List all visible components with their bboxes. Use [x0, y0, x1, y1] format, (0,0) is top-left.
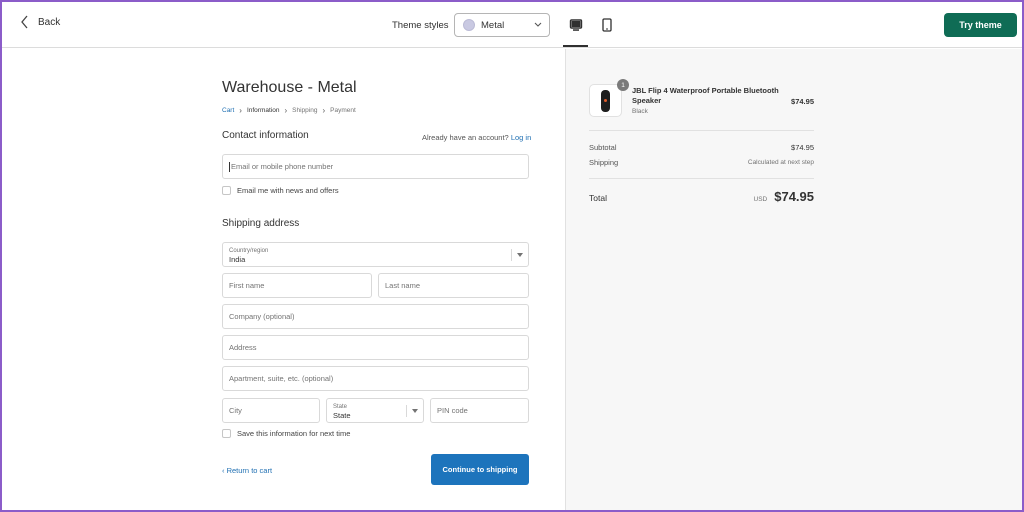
breadcrumb-information: Information [246, 107, 280, 114]
quantity-badge: 1 [617, 79, 629, 91]
divider [589, 178, 814, 179]
pin-code-field[interactable]: PIN code [430, 398, 529, 423]
login-link[interactable]: Log in [511, 133, 531, 142]
save-info-checkbox[interactable] [222, 429, 231, 438]
mobile-icon [602, 18, 612, 32]
back-label: Back [38, 16, 61, 28]
chevron-right-icon: › [284, 106, 288, 115]
email-news-checkbox[interactable] [222, 186, 231, 195]
company-placeholder: Company (optional) [229, 312, 295, 321]
address-field[interactable]: Address [222, 335, 529, 360]
theme-swatch [463, 19, 475, 31]
theme-styles-label: Theme styles [392, 20, 449, 31]
return-to-cart-label: Return to cart [226, 466, 273, 475]
mobile-view-button[interactable] [595, 13, 619, 37]
save-info-label: Save this information for next time [237, 429, 351, 438]
save-info-option[interactable]: Save this information for next time [222, 429, 350, 438]
email-field[interactable]: Email or mobile phone number [222, 154, 529, 179]
product-thumbnail [589, 84, 622, 117]
shipping-value: Calculated at next step [747, 159, 814, 166]
email-news-option[interactable]: Email me with news and offers [222, 186, 339, 195]
desktop-icon [569, 19, 582, 31]
contact-information-heading: Contact information [222, 130, 309, 141]
state-select[interactable]: State State [326, 398, 424, 423]
subtotal-value: $74.95 [791, 143, 814, 152]
store-title: Warehouse - Metal [222, 79, 357, 96]
theme-style-value: Metal [481, 19, 505, 31]
top-bar: Back Theme styles Metal Try theme [2, 2, 1022, 48]
email-placeholder: Email or mobile phone number [231, 162, 334, 171]
address-placeholder: Address [229, 343, 257, 352]
account-prompt-text: Already have an account? [422, 133, 509, 142]
chevron-right-icon: › [322, 106, 326, 115]
last-name-field[interactable]: Last name [378, 273, 529, 298]
pin-code-placeholder: PIN code [437, 406, 468, 415]
breadcrumb: Cart › Information › Shipping › Payment [222, 106, 356, 115]
last-name-placeholder: Last name [385, 281, 421, 290]
product-name: JBL Flip 4 Waterproof Portable Bluetooth… [632, 86, 779, 105]
shipping-label: Shipping [589, 158, 619, 167]
caret-down-icon [517, 253, 523, 257]
breadcrumb-cart[interactable]: Cart [222, 107, 234, 114]
speaker-image [601, 89, 610, 112]
country-label: Country/region [229, 248, 269, 254]
try-theme-button[interactable]: Try theme [944, 13, 1017, 37]
total-value: $74.95 [774, 189, 814, 204]
caret-down-icon [412, 409, 418, 413]
state-label: State [333, 404, 348, 410]
country-select[interactable]: Country/region India [222, 242, 529, 267]
total-label: Total [589, 193, 607, 203]
select-divider [511, 249, 512, 261]
continue-to-shipping-button[interactable]: Continue to shipping [431, 454, 529, 485]
apartment-placeholder: Apartment, suite, etc. (optional) [229, 374, 334, 383]
company-field[interactable]: Company (optional) [222, 304, 529, 329]
city-placeholder: City [229, 406, 242, 415]
first-name-field[interactable]: First name [222, 273, 372, 298]
active-view-indicator [563, 45, 588, 47]
breadcrumb-payment: Payment [330, 107, 356, 114]
product-price: $74.95 [791, 97, 814, 106]
theme-style-select[interactable]: Metal [454, 13, 550, 37]
divider [589, 130, 814, 131]
order-summary-panel: 1 JBL Flip 4 Waterproof Portable Bluetoo… [565, 49, 1022, 510]
account-prompt: Already have an account? Log in [422, 133, 531, 142]
subtotal-label: Subtotal [589, 143, 617, 152]
state-value: State [333, 411, 351, 420]
return-to-cart-link[interactable]: ‹ Return to cart [222, 466, 272, 475]
select-divider [406, 405, 407, 417]
checkout-form-panel: Warehouse - Metal Cart › Information › S… [2, 49, 565, 510]
email-news-label: Email me with news and offers [237, 186, 339, 195]
total-amount: USD $74.95 [754, 189, 815, 204]
country-value: India [229, 255, 246, 264]
apartment-field[interactable]: Apartment, suite, etc. (optional) [222, 366, 529, 391]
shipping-address-heading: Shipping address [222, 218, 300, 229]
app-frame: Back Theme styles Metal Try theme Wareho… [2, 2, 1022, 510]
first-name-placeholder: First name [229, 281, 265, 290]
breadcrumb-shipping: Shipping [292, 107, 318, 114]
chevron-right-icon: › [239, 106, 242, 115]
desktop-view-button[interactable] [563, 13, 588, 37]
chevron-down-icon [534, 22, 542, 27]
product-variant: Black [632, 108, 648, 115]
chevron-left-icon [21, 15, 28, 29]
city-field[interactable]: City [222, 398, 320, 423]
currency-code: USD [753, 196, 768, 203]
back-button[interactable]: Back [20, 15, 60, 29]
